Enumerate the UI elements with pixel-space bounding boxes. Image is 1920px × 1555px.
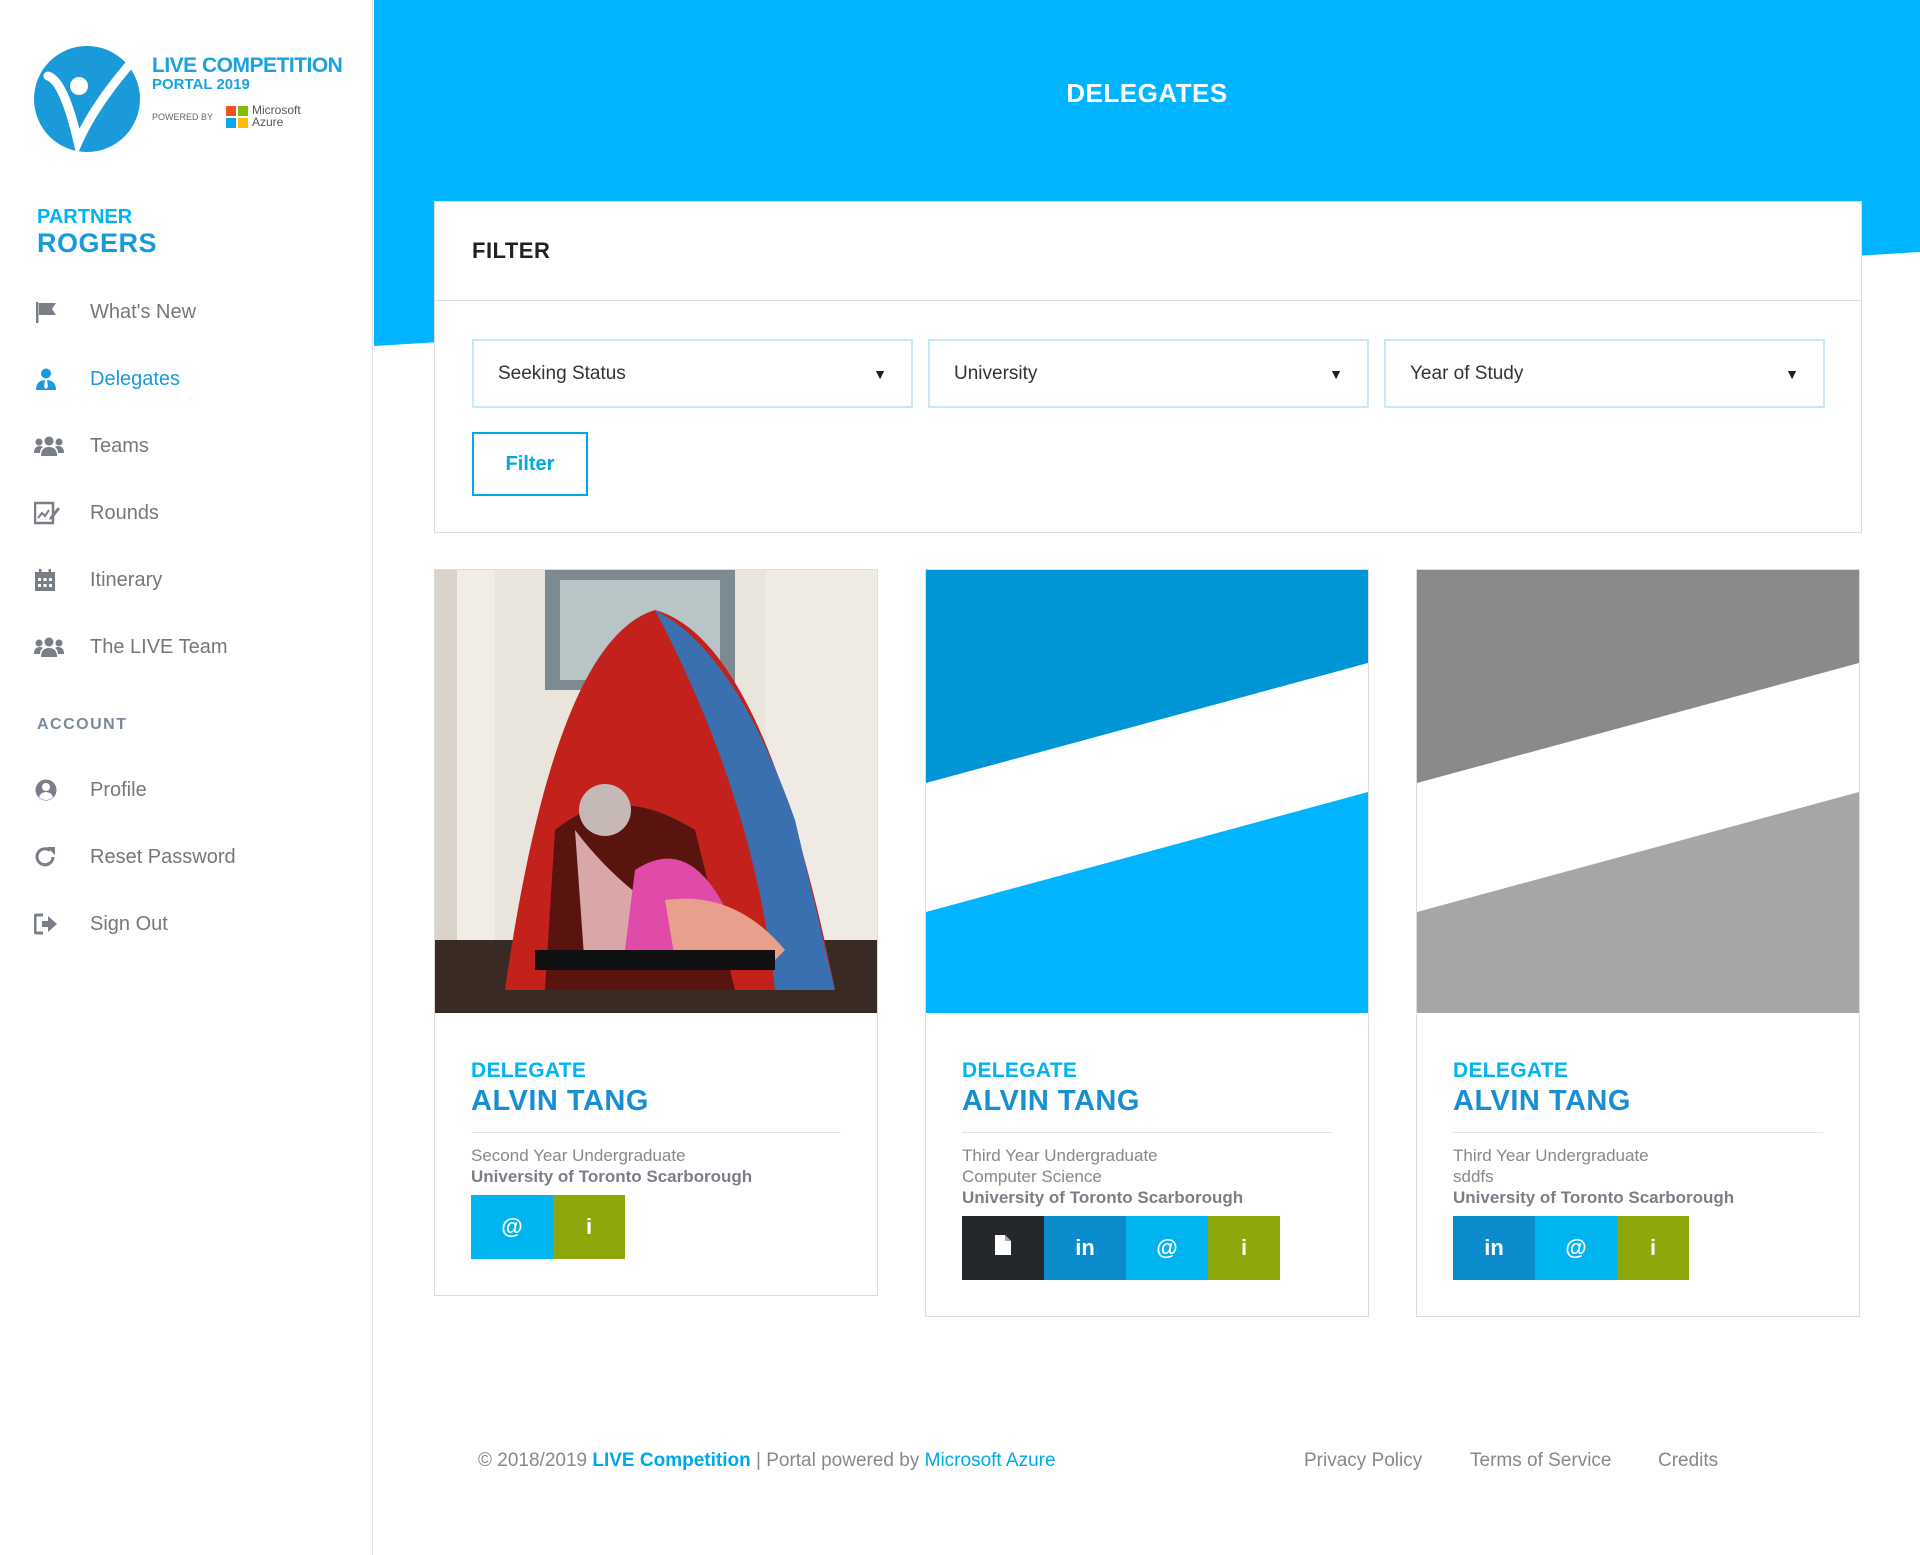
filter-panel: FILTER Seeking Status ▼ University ▼ Yea… xyxy=(434,201,1862,533)
delegate-info: Second Year Undergraduate University of … xyxy=(471,1145,841,1187)
delegate-actions: @ i xyxy=(471,1195,841,1259)
delegate-card: DELEGATE ALVIN TANG Second Year Undergra… xyxy=(434,569,878,1296)
select-value: Seeking Status xyxy=(498,362,626,384)
nav-rounds[interactable]: Rounds xyxy=(34,493,159,533)
delegate-actions: in @ i xyxy=(1453,1216,1823,1280)
delegate-placeholder-image xyxy=(1417,570,1859,1013)
brand-line-1: LIVE COMPETITION xyxy=(152,54,343,77)
university-select[interactable]: University ▼ xyxy=(928,339,1369,408)
delegate-year: Third Year Undergraduate xyxy=(962,1146,1158,1165)
page-title: DELEGATES xyxy=(1066,78,1228,108)
delegate-university: University of Toronto Scarborough xyxy=(1453,1188,1735,1207)
delegate-card: DELEGATE ALVIN TANG Third Year Undergrad… xyxy=(1416,569,1860,1317)
nav-reset-password[interactable]: Reset Password xyxy=(34,837,236,877)
delegate-name: ALVIN TANG xyxy=(471,1085,841,1133)
nav-teams[interactable]: Teams xyxy=(34,426,149,466)
redo-icon xyxy=(34,845,90,869)
delegate-card: DELEGATE ALVIN TANG Third Year Undergrad… xyxy=(925,569,1369,1317)
nav-label: Teams xyxy=(90,434,149,457)
delegate-program: sddfs xyxy=(1453,1167,1494,1186)
edit-chart-icon xyxy=(34,501,90,525)
nav-label: Rounds xyxy=(90,501,159,524)
nav-label: Reset Password xyxy=(90,845,236,868)
delegate-name: ALVIN TANG xyxy=(1453,1085,1823,1133)
account-section-label: ACCOUNT xyxy=(37,716,128,733)
microsoft-azure-label: Microsoft Azure xyxy=(252,103,301,129)
email-button[interactable]: @ xyxy=(1535,1216,1617,1280)
user-circle-icon xyxy=(34,778,90,802)
live-logo-icon xyxy=(34,46,140,152)
brand-line-2: PORTAL 2019 xyxy=(152,76,250,93)
delegate-placeholder-image xyxy=(926,570,1368,1013)
microsoft-azure-link[interactable]: Microsoft Azure xyxy=(925,1450,1056,1471)
delegate-actions: in @ i xyxy=(962,1216,1332,1280)
filter-title: FILTER xyxy=(472,238,551,263)
users-icon xyxy=(34,636,90,658)
delegate-role: DELEGATE xyxy=(471,1059,587,1082)
footer-copyright: © 2018/2019 LIVE Competition | Portal po… xyxy=(478,1450,1056,1472)
delegate-name: ALVIN TANG xyxy=(962,1085,1332,1133)
year-of-study-select[interactable]: Year of Study ▼ xyxy=(1384,339,1825,408)
caret-down-icon: ▼ xyxy=(873,365,887,382)
partner-name: ROGERS xyxy=(37,228,158,258)
flag-icon xyxy=(34,300,90,324)
select-value: Year of Study xyxy=(1410,362,1524,384)
delegate-info: Third Year Undergraduate Computer Scienc… xyxy=(962,1145,1332,1208)
delegate-year: Second Year Undergraduate xyxy=(471,1146,686,1165)
privacy-policy-link[interactable]: Privacy Policy xyxy=(1304,1450,1422,1472)
filter-header: FILTER xyxy=(435,202,1861,301)
resume-button[interactable] xyxy=(962,1216,1044,1280)
filter-button[interactable]: Filter xyxy=(472,432,588,496)
microsoft-logo-icon xyxy=(226,106,248,128)
select-value: University xyxy=(954,362,1038,384)
delegate-year: Third Year Undergraduate xyxy=(1453,1146,1649,1165)
credits-link[interactable]: Credits xyxy=(1658,1450,1718,1472)
nav-label: Delegates xyxy=(90,367,181,390)
delegate-university: University of Toronto Scarborough xyxy=(962,1188,1244,1207)
nav-itinerary[interactable]: Itinerary xyxy=(34,560,162,600)
nav-delegates[interactable]: Delegates xyxy=(34,359,180,399)
nav-live-team[interactable]: The LIVE Team xyxy=(34,627,227,667)
nav-label: The LIVE Team xyxy=(90,635,228,658)
powered-by-text: | Portal powered by xyxy=(755,1450,920,1471)
linkedin-button[interactable]: in xyxy=(1453,1216,1535,1280)
email-button[interactable]: @ xyxy=(471,1195,553,1259)
info-button[interactable]: i xyxy=(553,1195,625,1259)
portal-logo[interactable]: LIVE COMPETITION PORTAL 2019 POWERED BY … xyxy=(34,46,354,158)
delegate-photo xyxy=(435,570,877,1013)
delegate-card-body: DELEGATE ALVIN TANG Third Year Undergrad… xyxy=(926,1013,1368,1316)
sign-out-icon xyxy=(34,913,90,935)
nav-label: Profile xyxy=(90,778,147,801)
nav-label: Itinerary xyxy=(90,568,163,591)
delegate-role: DELEGATE xyxy=(1453,1059,1569,1082)
copyright-text: © 2018/2019 xyxy=(478,1450,588,1471)
linkedin-button[interactable]: in xyxy=(1044,1216,1126,1280)
delegate-info: Third Year Undergraduate sddfs Universit… xyxy=(1453,1145,1823,1208)
delegate-card-body: DELEGATE ALVIN TANG Second Year Undergra… xyxy=(435,1013,877,1295)
sidebar: LIVE COMPETITION PORTAL 2019 POWERED BY … xyxy=(0,0,373,1555)
delegate-program: Computer Science xyxy=(962,1167,1102,1186)
nav-whats-new[interactable]: What's New xyxy=(34,292,196,332)
email-button[interactable]: @ xyxy=(1126,1216,1208,1280)
nav-sign-out[interactable]: Sign Out xyxy=(34,904,168,944)
delegate-role: DELEGATE xyxy=(962,1059,1078,1082)
delegate-university: University of Toronto Scarborough xyxy=(471,1167,753,1186)
nav-label: What's New xyxy=(90,300,197,323)
live-competition-link[interactable]: LIVE Competition xyxy=(592,1450,750,1471)
nav-label: Sign Out xyxy=(90,912,168,935)
info-button[interactable]: i xyxy=(1617,1216,1689,1280)
nav-profile[interactable]: Profile xyxy=(34,770,147,810)
caret-down-icon: ▼ xyxy=(1329,365,1343,382)
caret-down-icon: ▼ xyxy=(1785,365,1799,382)
terms-of-service-link[interactable]: Terms of Service xyxy=(1470,1450,1611,1472)
delegate-card-body: DELEGATE ALVIN TANG Third Year Undergrad… xyxy=(1417,1013,1859,1316)
user-tie-icon xyxy=(34,367,90,391)
partner-label: PARTNER xyxy=(37,206,133,228)
powered-by-label: POWERED BY xyxy=(152,112,214,122)
file-icon xyxy=(995,1235,1011,1261)
seeking-status-select[interactable]: Seeking Status ▼ xyxy=(472,339,913,408)
calendar-icon xyxy=(34,568,90,592)
users-icon xyxy=(34,435,90,457)
info-button[interactable]: i xyxy=(1208,1216,1280,1280)
